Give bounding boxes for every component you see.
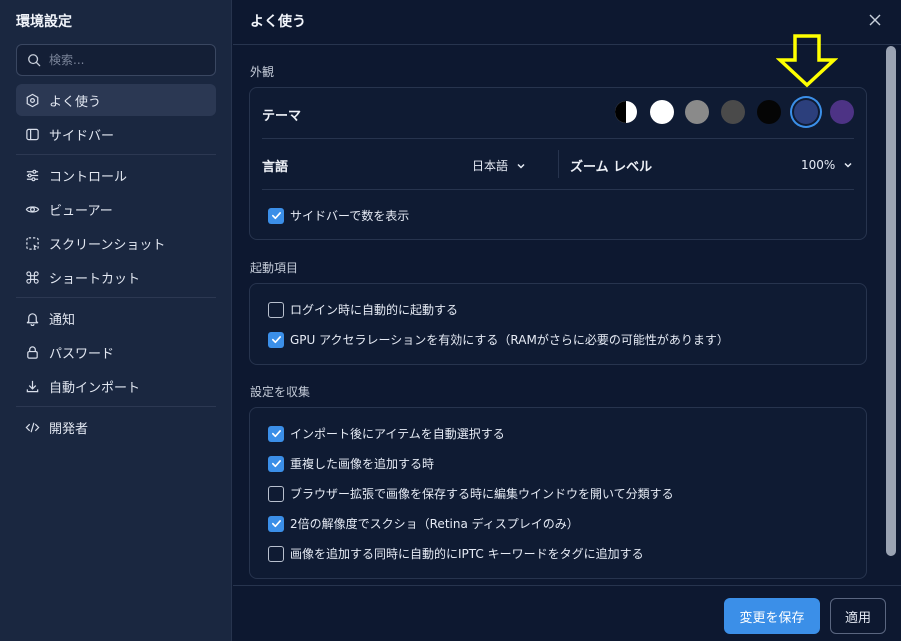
row-divider <box>262 189 854 190</box>
option-label: ログイン時に自動的に起動する <box>290 303 459 317</box>
lock-icon <box>24 344 40 360</box>
sidebar-item-label: 開発者 <box>49 421 89 437</box>
checkbox[interactable] <box>268 515 284 532</box>
option-label: 2倍の解像度でスクショ（Retina ディスプレイのみ） <box>290 517 579 531</box>
option-launch-at-login[interactable]: ログイン時に自動的に起動する <box>268 301 458 318</box>
option-label: GPU アクセラレーションを有効にする（RAMがさらに必要の可能性があります） <box>290 333 729 347</box>
sliders-icon <box>24 167 40 183</box>
theme-swatch-auto[interactable] <box>614 100 638 124</box>
option-auto-select[interactable]: インポート後にアイテムを自動選択する <box>268 425 505 442</box>
screenshot-icon <box>24 235 40 251</box>
sidebar-divider <box>16 154 216 155</box>
footer-divider <box>233 585 901 586</box>
sidebar-item-label: 自動インポート <box>49 380 141 396</box>
collect-card: インポート後にアイテムを自動選択する 重複した画像を追加する時 ブラウザー拡張で… <box>249 407 867 579</box>
code-icon <box>24 419 40 435</box>
sidebar-item-developer[interactable]: 開発者 <box>16 411 216 443</box>
zoom-value: 100% <box>801 158 836 172</box>
bell-icon <box>24 310 40 326</box>
sidebar-item-controls[interactable]: コントロール <box>16 159 216 191</box>
option-retina-screenshot[interactable]: 2倍の解像度でスクショ（Retina ディスプレイのみ） <box>268 515 579 532</box>
command-icon <box>24 269 40 285</box>
annotation-arrow-icon <box>776 34 838 88</box>
sidebar-item-label: サイドバー <box>49 128 115 144</box>
checkbox[interactable] <box>268 455 284 472</box>
option-gpu-acceleration[interactable]: GPU アクセラレーションを有効にする（RAMがさらに必要の可能性があります） <box>268 331 729 348</box>
startup-card: ログイン時に自動的に起動する GPU アクセラレーションを有効にする（RAMがさ… <box>249 283 867 365</box>
sidebar-item-label: ビューアー <box>49 203 113 219</box>
checkbox[interactable] <box>268 485 284 502</box>
section-label-collect: 設定を収集 <box>250 385 311 399</box>
language-value: 日本語 <box>472 159 509 173</box>
checkbox[interactable] <box>268 425 284 442</box>
save-changes-button[interactable]: 変更を保存 <box>724 598 820 634</box>
sidebar-item-viewer[interactable]: ビューアー <box>16 193 216 225</box>
option-label: 重複した画像を追加する時 <box>290 457 435 471</box>
option-label: 画像を追加する同時に自動的にIPTC キーワードをタグに追加する <box>290 547 644 561</box>
eye-icon <box>24 201 40 217</box>
option-label: サイドバーで数を表示 <box>290 209 410 223</box>
option-iptc-keywords[interactable]: 画像を追加する同時に自動的にIPTC キーワードをタグに追加する <box>268 545 644 562</box>
sidebar-item-label: ショートカット <box>49 271 141 287</box>
hexagon-icon <box>24 92 40 108</box>
language-label: 言語 <box>262 160 289 175</box>
sidebar-item-shortcuts[interactable]: ショートカット <box>16 261 216 293</box>
theme-swatch-purple[interactable] <box>830 100 854 124</box>
language-dropdown[interactable]: 日本語 <box>472 157 526 174</box>
checkbox[interactable] <box>268 207 284 224</box>
theme-label: テーマ <box>262 109 302 124</box>
zoom-dropdown[interactable]: 100% <box>801 158 853 172</box>
sidebar-item-label: パスワード <box>49 346 115 362</box>
row-divider <box>262 138 854 139</box>
chevron-down-icon <box>844 162 852 168</box>
option-label: インポート後にアイテムを自動選択する <box>290 427 505 441</box>
sidebar-divider <box>16 297 216 298</box>
sidebar-item-screenshot[interactable]: スクリーンショット <box>16 227 216 259</box>
sidebar-divider <box>16 406 216 407</box>
sidebar: 環境設定 よく使う サイドバー コントロール ビューアー スクリーンショット シ… <box>0 0 232 641</box>
scrollbar[interactable] <box>886 46 896 556</box>
sidebar-title: 環境設定 <box>16 14 72 30</box>
theme-swatch-navy[interactable] <box>794 100 818 124</box>
sidebar-item-label: よく使う <box>49 94 102 110</box>
sidebar-item-label: スクリーンショット <box>49 237 166 253</box>
close-icon[interactable] <box>867 12 883 28</box>
appearance-card: テーマ 言語 日本語 ズーム レベル 100% サイドバーで数を表示 <box>249 87 867 240</box>
search-box[interactable] <box>16 44 216 76</box>
theme-swatch-gray[interactable] <box>721 100 745 124</box>
section-label-appearance: 外観 <box>250 65 275 79</box>
section-label-startup: 起動項目 <box>250 261 299 275</box>
sidebar-item-auto-import[interactable]: 自動インポート <box>16 370 216 402</box>
sidebar-item-password[interactable]: パスワード <box>16 336 216 368</box>
option-open-edit-window[interactable]: ブラウザー拡張で画像を保存する時に編集ウインドウを開いて分類する <box>268 485 674 502</box>
sidebar-item-favorites[interactable]: よく使う <box>16 84 216 116</box>
chevron-down-icon <box>517 163 525 169</box>
page-title: よく使う <box>250 14 306 30</box>
search-icon <box>28 54 41 67</box>
zoom-label: ズーム レベル <box>570 160 653 175</box>
checkbox[interactable] <box>268 545 284 562</box>
theme-swatch-black[interactable] <box>757 100 781 124</box>
download-icon <box>24 378 40 394</box>
theme-swatch-light-gray[interactable] <box>685 100 709 124</box>
column-divider <box>558 150 559 178</box>
sidebar-item-sidebar[interactable]: サイドバー <box>16 118 216 150</box>
sidebar-item-label: コントロール <box>49 169 128 185</box>
sidebar-item-label: 通知 <box>49 312 76 328</box>
sidebar-panel-icon <box>24 126 40 142</box>
main-panel: よく使う 外観 テーマ 言語 日本語 ズーム レベル 100% サイドバーで数を… <box>233 0 901 641</box>
apply-button[interactable]: 適用 <box>830 598 886 634</box>
option-label: ブラウザー拡張で画像を保存する時に編集ウインドウを開いて分類する <box>290 487 674 501</box>
checkbox[interactable] <box>268 331 284 348</box>
checkbox[interactable] <box>268 301 284 318</box>
option-show-count[interactable]: サイドバーで数を表示 <box>268 207 409 224</box>
sidebar-item-notifications[interactable]: 通知 <box>16 302 216 334</box>
theme-swatch-white[interactable] <box>650 100 674 124</box>
search-input[interactable] <box>49 53 199 67</box>
option-duplicate[interactable]: 重複した画像を追加する時 <box>268 455 434 472</box>
